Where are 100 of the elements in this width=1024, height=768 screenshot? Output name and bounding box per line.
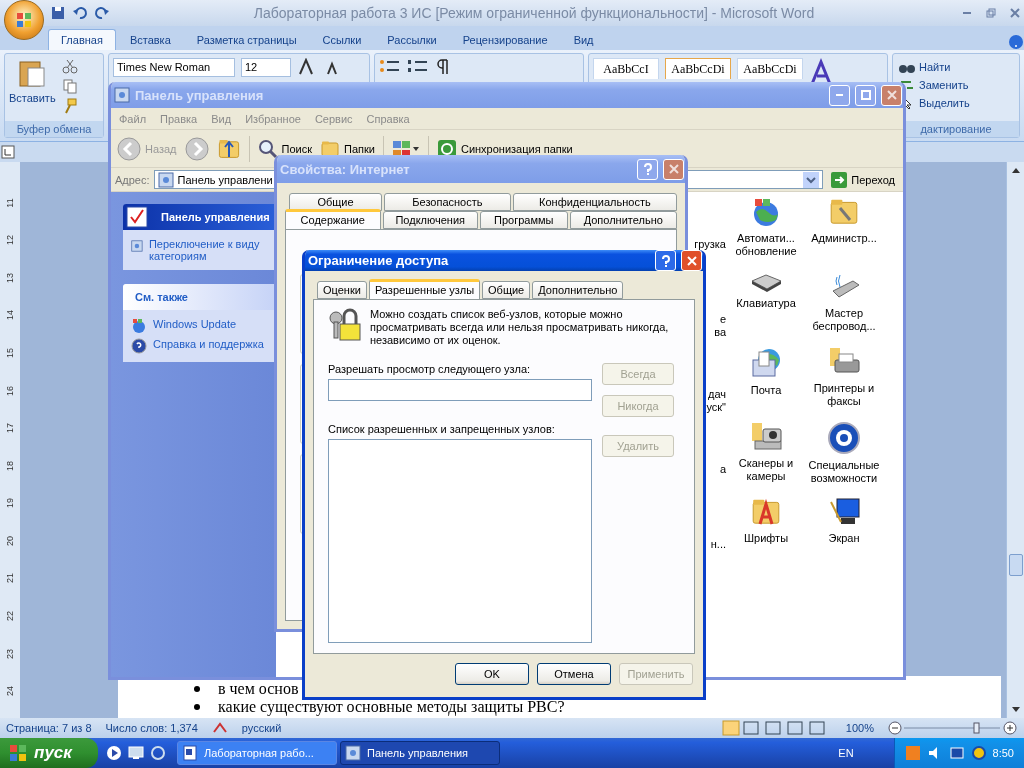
view-switch-link[interactable]: Переключение к виду категориям	[131, 238, 276, 262]
keys-lock-icon	[328, 308, 362, 342]
maximize-icon	[860, 90, 871, 100]
tab[interactable]: Общие	[482, 281, 531, 299]
control-panel-item[interactable]: Сканеры и камеры	[728, 421, 804, 496]
bullet-dot	[194, 704, 200, 710]
word-count: Число слов: 1,374	[105, 722, 198, 734]
tab[interactable]: Оценки	[317, 281, 367, 299]
style-tile[interactable]: AaBbCcDi	[665, 58, 731, 79]
close-button[interactable]	[681, 250, 702, 271]
ribbon-tab[interactable]: Рецензирование	[450, 30, 560, 50]
ruler-number: 15	[5, 348, 15, 359]
tab[interactable]: Содержание	[285, 209, 381, 229]
office-button[interactable]	[4, 0, 44, 40]
accessibility-icon	[827, 421, 861, 455]
tab[interactable]: Подключения	[382, 211, 478, 229]
minimize-icon	[963, 12, 971, 14]
maximize-button[interactable]	[855, 84, 876, 106]
control-panel-icon	[157, 171, 174, 188]
control-panel-item[interactable]: Специальные возможности	[806, 421, 882, 496]
control-panel-item[interactable]: Клавиатура	[728, 271, 804, 346]
ruler-number: 13	[5, 272, 15, 283]
paste-button[interactable]: Вставить	[9, 92, 56, 104]
scroll-thumb[interactable]	[1008, 554, 1023, 576]
control-panel-icon	[345, 745, 361, 761]
tab[interactable]: Дополнительно	[532, 281, 624, 299]
taskbar-button[interactable]: Панель управления	[340, 741, 500, 765]
control-panel-item[interactable]: Мастер беспровод...	[806, 271, 882, 346]
find-button[interactable]: Найти	[919, 61, 951, 73]
ruler-number: 16	[5, 385, 15, 396]
wireless-icon	[970, 745, 987, 761]
search-icon	[257, 138, 278, 159]
select-button[interactable]: Выделить	[919, 97, 970, 109]
camera-icon	[749, 421, 783, 453]
arrow-down-icon	[1010, 706, 1021, 714]
help-button[interactable]	[655, 250, 676, 271]
ruler-number: 18	[5, 460, 15, 471]
search-button[interactable]: Поиск	[257, 138, 312, 159]
ribbon-tab[interactable]: Главная	[48, 29, 116, 50]
language-indicator[interactable]: EN	[838, 747, 854, 759]
style-tile[interactable]: AaBbCcDi	[737, 58, 803, 79]
dialog-button[interactable]: Отмена	[537, 663, 611, 685]
help-icon	[131, 338, 147, 354]
document-icon	[182, 745, 198, 761]
replace-button[interactable]: Заменить	[919, 79, 969, 91]
ribbon-tab[interactable]: Разметка страницы	[184, 30, 309, 50]
ruler-number: 22	[5, 610, 15, 621]
size-field[interactable]: 12	[241, 58, 291, 77]
bullet-dot	[194, 686, 200, 692]
restore-icon	[986, 8, 996, 18]
font-field[interactable]: Times New Roman	[113, 58, 235, 77]
bullet-text: какие существуют основные методы защиты РВС?	[218, 698, 565, 716]
zoom-level: 100%	[845, 722, 874, 734]
ruler-number: 17	[5, 423, 15, 434]
ribbon-tab[interactable]: Вставка	[117, 30, 183, 50]
close-icon	[685, 254, 698, 267]
control-panel-item[interactable]: Принтеры и факсы	[806, 346, 882, 421]
control-panel-item[interactable]: Экран	[806, 496, 882, 571]
redo-icon	[94, 5, 110, 21]
undo-icon	[72, 5, 88, 21]
start-button[interactable]: пуск	[0, 738, 98, 768]
panel-header: Панель управления	[123, 204, 276, 230]
tab[interactable]: Конфиденциальность	[512, 193, 677, 211]
help-icon	[1008, 34, 1024, 50]
folders-button[interactable]: Папки	[320, 138, 375, 159]
question-mark-icon	[660, 254, 671, 267]
question-mark-icon	[642, 163, 653, 175]
ribbon-tab[interactable]: Ссылки	[310, 30, 374, 50]
help-button[interactable]	[637, 158, 658, 180]
dialog-button[interactable]: OK	[455, 663, 529, 685]
control-panel-icon	[131, 238, 143, 254]
control-panel-item[interactable]: Администр...	[806, 196, 882, 271]
close-button[interactable]	[881, 84, 902, 106]
panel-header: См. также	[123, 284, 276, 310]
windows-flag-icon	[8, 743, 28, 763]
vertical-scrollbar[interactable]	[1006, 162, 1024, 718]
tab[interactable]: Дополнительно	[569, 211, 677, 229]
tab[interactable]: Программы	[480, 211, 568, 229]
tab[interactable]: Разрешенные узлы	[368, 279, 481, 299]
item-label: е ва	[714, 313, 726, 339]
control-panel-item[interactable]: Шрифты	[728, 496, 804, 571]
control-panel-item[interactable]: Почта	[728, 346, 804, 421]
ribbon-tab[interactable]: Вид	[561, 30, 606, 50]
site-input-field[interactable]	[328, 379, 592, 401]
minimize-button[interactable]	[829, 84, 850, 106]
sidebar-link[interactable]: Справка и поддержка	[131, 338, 276, 354]
close-button[interactable]	[663, 158, 684, 180]
media-player-icon	[106, 745, 122, 761]
ribbon-tab[interactable]: Рассылки	[375, 30, 449, 50]
tab[interactable]: Безопасность	[384, 193, 511, 211]
dialog-title: Свойства: Интернет	[280, 161, 411, 177]
taskbar-button[interactable]: Лабораторная рабо...	[177, 741, 337, 765]
style-tile[interactable]: AaBbCcI	[593, 58, 659, 79]
go-button[interactable]: Переход	[827, 171, 899, 188]
scissors-icon	[61, 58, 78, 74]
description-text: Можно создать список веб-узлов, которые можно просматривать всегда или нельзя просматривать никогда, независимо от их оценок.	[370, 308, 670, 347]
control-panel-icon	[114, 87, 130, 103]
sidebar-link[interactable]: Windows Update	[131, 318, 276, 334]
control-panel-item[interactable]: Автомати... обновление	[728, 196, 804, 271]
browser-icon	[150, 745, 166, 761]
